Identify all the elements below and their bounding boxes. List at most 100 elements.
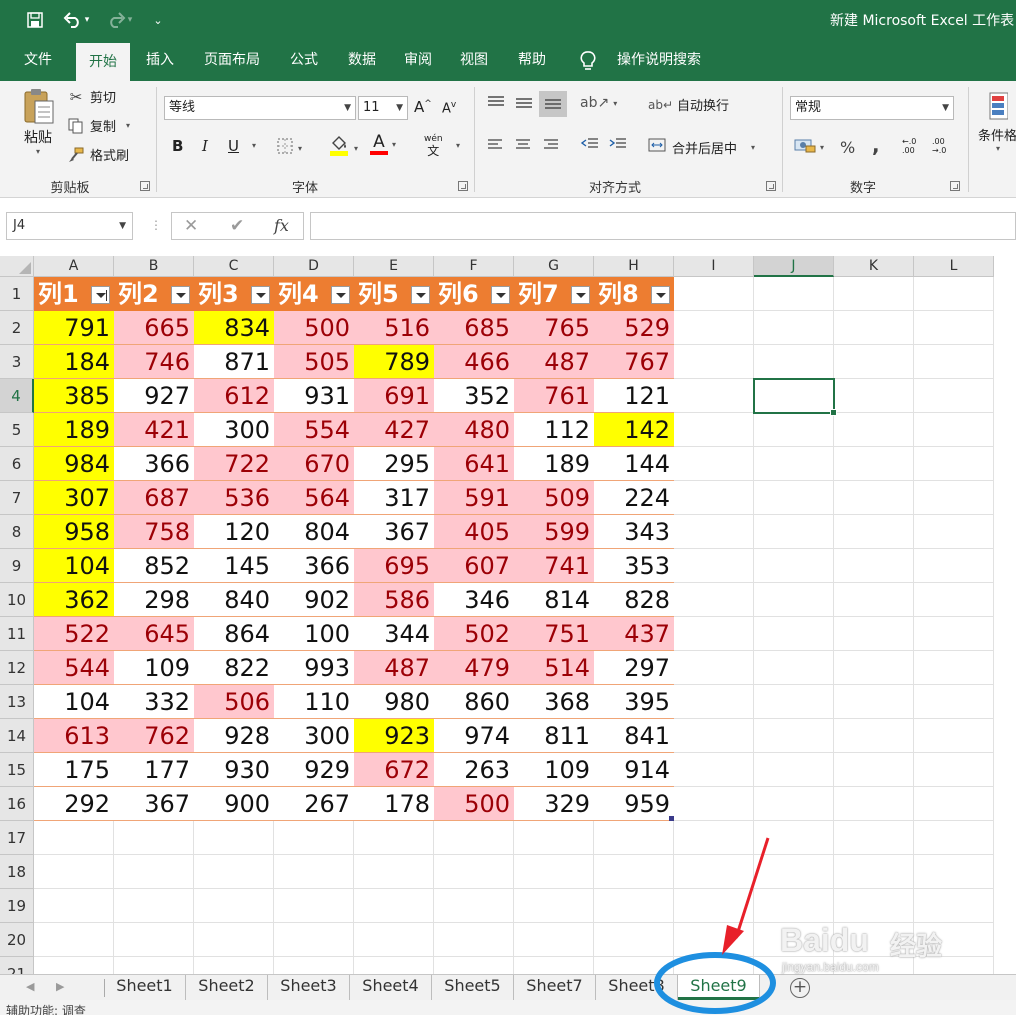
table-data-cell[interactable]: 544 xyxy=(34,651,114,685)
grid-cell[interactable] xyxy=(194,923,274,957)
grid-cell[interactable] xyxy=(834,719,914,753)
align-left-button[interactable] xyxy=(486,138,504,156)
prev-sheet-icon[interactable]: ◀ xyxy=(26,980,34,993)
copy-dropdown-icon[interactable]: ▾ xyxy=(126,121,130,130)
grid-cell[interactable] xyxy=(754,855,834,889)
merge-center-button[interactable]: 合并后居中 ▾ xyxy=(648,137,755,157)
save-icon[interactable] xyxy=(24,8,46,32)
table-data-cell[interactable]: 479 xyxy=(434,651,514,685)
grid-cell[interactable] xyxy=(914,481,994,515)
table-data-cell[interactable]: 828 xyxy=(594,583,674,617)
paste-button[interactable]: 粘贴 ▾ xyxy=(18,87,58,156)
grid-cell[interactable] xyxy=(194,957,274,974)
format-painter-button[interactable]: 格式刷 xyxy=(66,145,129,164)
table-data-cell[interactable]: 564 xyxy=(274,481,354,515)
table-data-cell[interactable]: 927 xyxy=(114,379,194,413)
grid-cell[interactable] xyxy=(674,685,754,719)
fill-color-button[interactable]: ▾ xyxy=(328,135,358,161)
grid-cell[interactable] xyxy=(434,821,514,855)
align-top-button[interactable] xyxy=(486,95,506,115)
grid-cell[interactable] xyxy=(754,549,834,583)
filter-dropdown-icon[interactable] xyxy=(411,286,430,304)
grid-cell[interactable] xyxy=(674,413,754,447)
grid-cell[interactable] xyxy=(514,821,594,855)
table-data-cell[interactable]: 691 xyxy=(354,379,434,413)
row-header-15[interactable]: 15 xyxy=(0,753,34,787)
number-dialog-launcher[interactable] xyxy=(950,181,960,191)
filter-dropdown-icon[interactable] xyxy=(91,286,110,304)
grid-cell[interactable] xyxy=(594,923,674,957)
column-header-d[interactable]: D xyxy=(274,256,354,277)
table-header-cell[interactable]: 列6 xyxy=(434,277,514,311)
grid-cell[interactable] xyxy=(674,515,754,549)
grid-cell[interactable] xyxy=(754,685,834,719)
table-data-cell[interactable]: 317 xyxy=(354,481,434,515)
table-data-cell[interactable]: 670 xyxy=(274,447,354,481)
underline-dropdown[interactable]: ▾ xyxy=(248,141,256,150)
table-data-cell[interactable]: 267 xyxy=(274,787,354,821)
grid-cell[interactable] xyxy=(754,889,834,923)
cancel-icon[interactable]: ✕ xyxy=(184,212,198,240)
new-sheet-button[interactable]: + xyxy=(790,978,810,998)
table-data-cell[interactable]: 121 xyxy=(594,379,674,413)
table-data-cell[interactable]: 368 xyxy=(514,685,594,719)
tab-home[interactable]: 开始 xyxy=(76,43,130,81)
grid-cell[interactable] xyxy=(594,821,674,855)
table-header-cell[interactable]: 列2 xyxy=(114,277,194,311)
tab-page-layout[interactable]: 页面布局 xyxy=(194,40,270,81)
table-data-cell[interactable]: 104 xyxy=(34,549,114,583)
grid-cell[interactable] xyxy=(914,617,994,651)
row-header-2[interactable]: 2 xyxy=(0,311,34,345)
grid-cell[interactable] xyxy=(354,855,434,889)
tab-view[interactable]: 视图 xyxy=(450,40,498,81)
grid-cell[interactable] xyxy=(754,277,834,311)
grid-cell[interactable] xyxy=(754,413,834,447)
grid-cell[interactable] xyxy=(834,583,914,617)
row-header-9[interactable]: 9 xyxy=(0,549,34,583)
grid-cell[interactable] xyxy=(274,855,354,889)
grid-cell[interactable] xyxy=(834,447,914,481)
row-header-17[interactable]: 17 xyxy=(0,821,34,855)
grid-cell[interactable] xyxy=(354,889,434,923)
grid-cell[interactable] xyxy=(834,311,914,345)
enter-icon[interactable]: ✔ xyxy=(230,212,244,240)
table-data-cell[interactable]: 900 xyxy=(194,787,274,821)
table-data-cell[interactable]: 100 xyxy=(274,617,354,651)
grid-cell[interactable] xyxy=(754,345,834,379)
grid-cell[interactable] xyxy=(834,617,914,651)
increase-font-size-button[interactable]: A^ xyxy=(414,98,432,116)
undo-icon[interactable]: ▾ xyxy=(58,8,94,32)
grid-cell[interactable] xyxy=(514,855,594,889)
grid-cell[interactable] xyxy=(914,583,994,617)
table-data-cell[interactable]: 112 xyxy=(514,413,594,447)
grid-cell[interactable] xyxy=(674,583,754,617)
table-data-cell[interactable]: 902 xyxy=(274,583,354,617)
grid-cell[interactable] xyxy=(834,413,914,447)
row-header-10[interactable]: 10 xyxy=(0,583,34,617)
table-resize-handle[interactable] xyxy=(669,816,674,821)
table-data-cell[interactable]: 362 xyxy=(34,583,114,617)
row-header-4[interactable]: 4 xyxy=(0,379,34,413)
table-data-cell[interactable]: 505 xyxy=(274,345,354,379)
grid-cell[interactable] xyxy=(674,651,754,685)
table-data-cell[interactable]: 984 xyxy=(34,447,114,481)
table-data-cell[interactable]: 297 xyxy=(594,651,674,685)
grid-cell[interactable] xyxy=(674,855,754,889)
grid-cell[interactable] xyxy=(34,855,114,889)
conditional-formatting-button[interactable]: 条件格 ▾ xyxy=(978,91,1016,153)
grid-cell[interactable] xyxy=(914,821,994,855)
table-data-cell[interactable]: 958 xyxy=(34,515,114,549)
table-data-cell[interactable]: 840 xyxy=(194,583,274,617)
sheet-tab-sheet1[interactable]: Sheet1 xyxy=(104,975,186,1000)
table-data-cell[interactable]: 385 xyxy=(34,379,114,413)
grid-cell[interactable] xyxy=(354,923,434,957)
grid-cell[interactable] xyxy=(914,277,994,311)
font-color-button[interactable]: A ▾ xyxy=(370,133,396,155)
grid-cell[interactable] xyxy=(754,447,834,481)
align-bottom-button[interactable] xyxy=(539,91,567,117)
table-data-cell[interactable]: 487 xyxy=(354,651,434,685)
table-data-cell[interactable]: 343 xyxy=(594,515,674,549)
table-data-cell[interactable]: 352 xyxy=(434,379,514,413)
sheet-tab-sheet7[interactable]: Sheet7 xyxy=(514,975,596,1000)
grid-cell[interactable] xyxy=(674,821,754,855)
